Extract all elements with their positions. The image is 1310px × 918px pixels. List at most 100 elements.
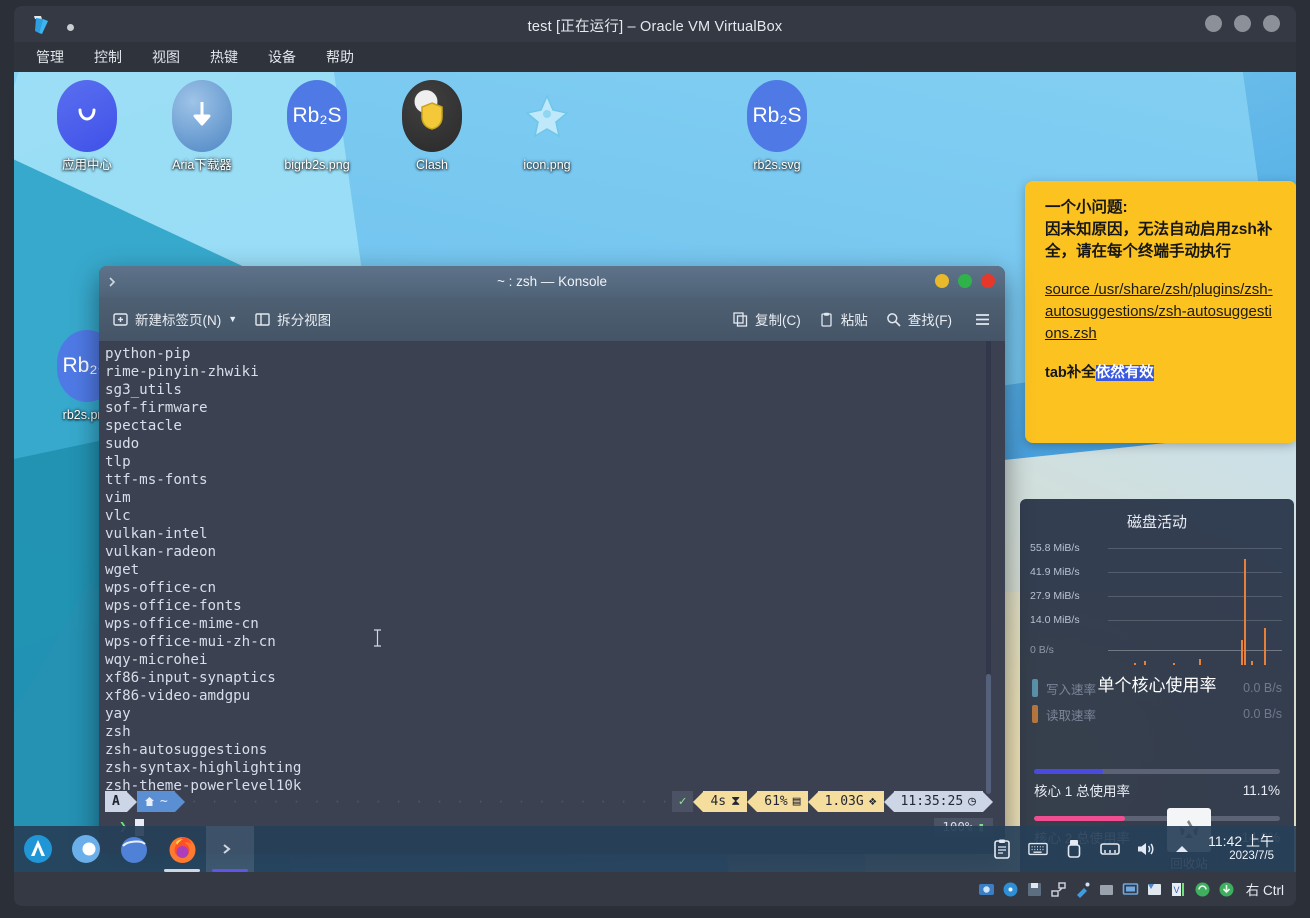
system-tray: 11:42 上午 2023/7/5 <box>992 834 1296 864</box>
desktop-icon-clash[interactable]: Clash <box>377 80 487 173</box>
new-tab-button[interactable]: 新建标签页(N) ▼ <box>113 309 237 329</box>
hourglass-icon: ⧗ <box>731 793 741 809</box>
core-value: 11.1% <box>1242 782 1280 798</box>
clipboard-icon[interactable] <box>992 839 1012 859</box>
core-progress-fill <box>1034 816 1126 821</box>
close-button[interactable] <box>1263 15 1280 32</box>
sticky-note-command-link[interactable]: source /usr/share/zsh/plugins/zsh-autosu… <box>1045 279 1277 345</box>
recording-icon[interactable] <box>1146 881 1163 898</box>
maximize-button[interactable] <box>958 274 972 288</box>
prompt-time: 11:35:25 <box>900 793 964 809</box>
copy-button[interactable]: 复制(C) <box>733 309 801 329</box>
new-tab-label: 新建标签页(N) <box>135 313 222 328</box>
sticky-note-widget[interactable]: 一个小问题: 因未知原因，无法自动启用zsh补 全，请在每个终端手动执行 sou… <box>1025 181 1296 443</box>
minimize-button[interactable] <box>935 274 949 288</box>
taskbar-launcher[interactable] <box>14 826 62 872</box>
floppy-icon[interactable] <box>1026 881 1043 898</box>
desktop-icon-aria-downloader[interactable]: Aria下载器 <box>147 80 257 173</box>
y-tick-label: 0 B/s <box>1030 644 1054 656</box>
menu-manage[interactable]: 管理 <box>34 45 66 69</box>
keyboard-icon[interactable] <box>1218 881 1235 898</box>
desktop-icon-label: bigrb2s.png <box>284 158 350 172</box>
mouse-integration-icon[interactable] <box>1194 881 1211 898</box>
desktop-icon-label: rb2s.svg <box>753 158 801 172</box>
taskbar: 11:42 上午 2023/7/5 <box>14 826 1296 872</box>
network-icon[interactable] <box>1050 881 1067 898</box>
prompt-disk-segment: 1.03G ❖ <box>817 791 884 812</box>
usb-icon[interactable] <box>1074 881 1091 898</box>
prompt-user-segment: A <box>105 791 127 812</box>
ram-icon: ▤ <box>792 793 801 809</box>
core-row: 核心 1 总使用率 11.1% <box>1034 780 1280 800</box>
hamburger-menu-button[interactable] <box>974 312 991 327</box>
volume-icon[interactable] <box>1136 839 1156 859</box>
taskbar-app-3[interactable] <box>110 826 158 872</box>
taskbar-konsole[interactable] <box>206 826 254 872</box>
menu-input[interactable]: 热键 <box>208 45 240 69</box>
virtualbox-window: test [正在运行] – Oracle VM VirtualBox 管理 控制… <box>0 0 1310 918</box>
display-icon[interactable] <box>1122 881 1139 898</box>
desktop-icon-rb2s-svg[interactable]: Rb₂S rb2s.svg <box>722 80 832 173</box>
terminal-lines: python-pip rime-pinyin-zhwiki sg3_utils … <box>105 346 302 794</box>
y-tick-label: 14.0 MiB/s <box>1030 614 1080 626</box>
virtualization-icon[interactable]: V <box>1170 881 1187 898</box>
y-tick-label: 27.9 MiB/s <box>1030 590 1080 602</box>
shared-folder-icon[interactable] <box>1098 881 1115 898</box>
guest-screen[interactable]: 应用中心 Aria下载器 Rb₂S bigrb2s.png Clash icon… <box>14 72 1296 872</box>
powerline-separator <box>693 791 704 812</box>
menu-devices[interactable]: 设备 <box>266 45 298 69</box>
desktop-icon-label: Clash <box>416 158 448 172</box>
close-button[interactable] <box>981 274 995 288</box>
desktop-icon-app-center[interactable]: 应用中心 <box>32 80 142 173</box>
show-hidden-icon[interactable] <box>1172 839 1192 859</box>
disk-icon: ❖ <box>868 793 877 809</box>
rb2s-symbol: Rb₂S <box>752 104 802 127</box>
paste-button[interactable]: 粘贴 <box>819 309 868 329</box>
hard-disk-icon[interactable] <box>978 881 995 898</box>
clock-time: 11:42 上午 <box>1208 833 1274 849</box>
chart-bar <box>1241 639 1244 665</box>
sticky-note-line2: 因未知原因，无法自动启用zsh补 <box>1045 221 1273 238</box>
prompt-duration: 4s <box>710 793 727 809</box>
terminal-output-area[interactable]: python-pip rime-pinyin-zhwiki sg3_utils … <box>99 341 1005 854</box>
legend-item-read: 读取速率 0.0 B/s <box>1032 701 1294 727</box>
y-tick-label: 55.8 MiB/s <box>1030 542 1080 554</box>
konsole-window[interactable]: ~ : zsh — Konsole 新建标签页(N) ▼ 拆分视图 复制(C) … <box>99 266 1005 854</box>
chart-bar <box>1250 661 1253 665</box>
chevron-down-icon[interactable]: ▼ <box>228 314 237 324</box>
menu-view[interactable]: 视图 <box>150 45 182 69</box>
desktop-icon-bigrb2s[interactable]: Rb₂S bigrb2s.png <box>262 80 372 173</box>
usb-device-icon[interactable] <box>1064 839 1084 859</box>
maximize-button[interactable] <box>1234 15 1251 32</box>
host-key-label: 右 Ctrl <box>1245 883 1284 898</box>
sysmon-title: 磁盘活动 <box>1126 514 1187 531</box>
split-view-button[interactable]: 拆分视图 <box>255 309 331 329</box>
desktop-icon-icon-png[interactable]: icon.png <box>492 80 602 173</box>
hamburger-menu-icon <box>976 313 989 325</box>
keyboard-layout-icon[interactable] <box>1028 839 1048 859</box>
legend-value: 0.0 B/s <box>1243 707 1282 721</box>
core-progress-fill <box>1034 769 1103 774</box>
clock-date: 2023/7/5 <box>1229 850 1274 862</box>
taskbar-firefox[interactable] <box>158 826 206 872</box>
sticky-note-line1: 一个小问题: <box>1045 199 1128 216</box>
home-icon <box>144 797 154 806</box>
text-cursor-icon <box>373 629 381 647</box>
sticky-note-footer-plain: tab补全 <box>1045 365 1096 381</box>
prompt-status-ok: ✓ <box>678 793 687 809</box>
core-label: 核心 1 总使用率 <box>1034 784 1131 799</box>
taskbar-app-2[interactable] <box>62 826 110 872</box>
menu-machine[interactable]: 控制 <box>92 45 124 69</box>
konsole-window-controls[interactable] <box>935 274 995 288</box>
menu-help[interactable]: 帮助 <box>324 45 356 69</box>
taskbar-clock[interactable]: 11:42 上午 2023/7/5 <box>1208 834 1286 864</box>
find-button[interactable]: 查找(F) <box>886 309 952 329</box>
terminal-scrollbar-thumb[interactable] <box>986 674 991 794</box>
network-icon[interactable] <box>1100 839 1120 859</box>
prompt-time-segment: 11:35:25 ◷ <box>893 791 983 812</box>
optical-disk-icon[interactable] <box>1002 881 1019 898</box>
vbox-window-controls[interactable] <box>1205 15 1280 32</box>
minimize-button[interactable] <box>1205 15 1222 32</box>
disk-activity-chart: 55.8 MiB/s 41.9 MiB/s 27.9 MiB/s 14.0 Mi… <box>1030 540 1282 665</box>
prompt-duration-segment: 4s ⧗ <box>703 791 748 812</box>
